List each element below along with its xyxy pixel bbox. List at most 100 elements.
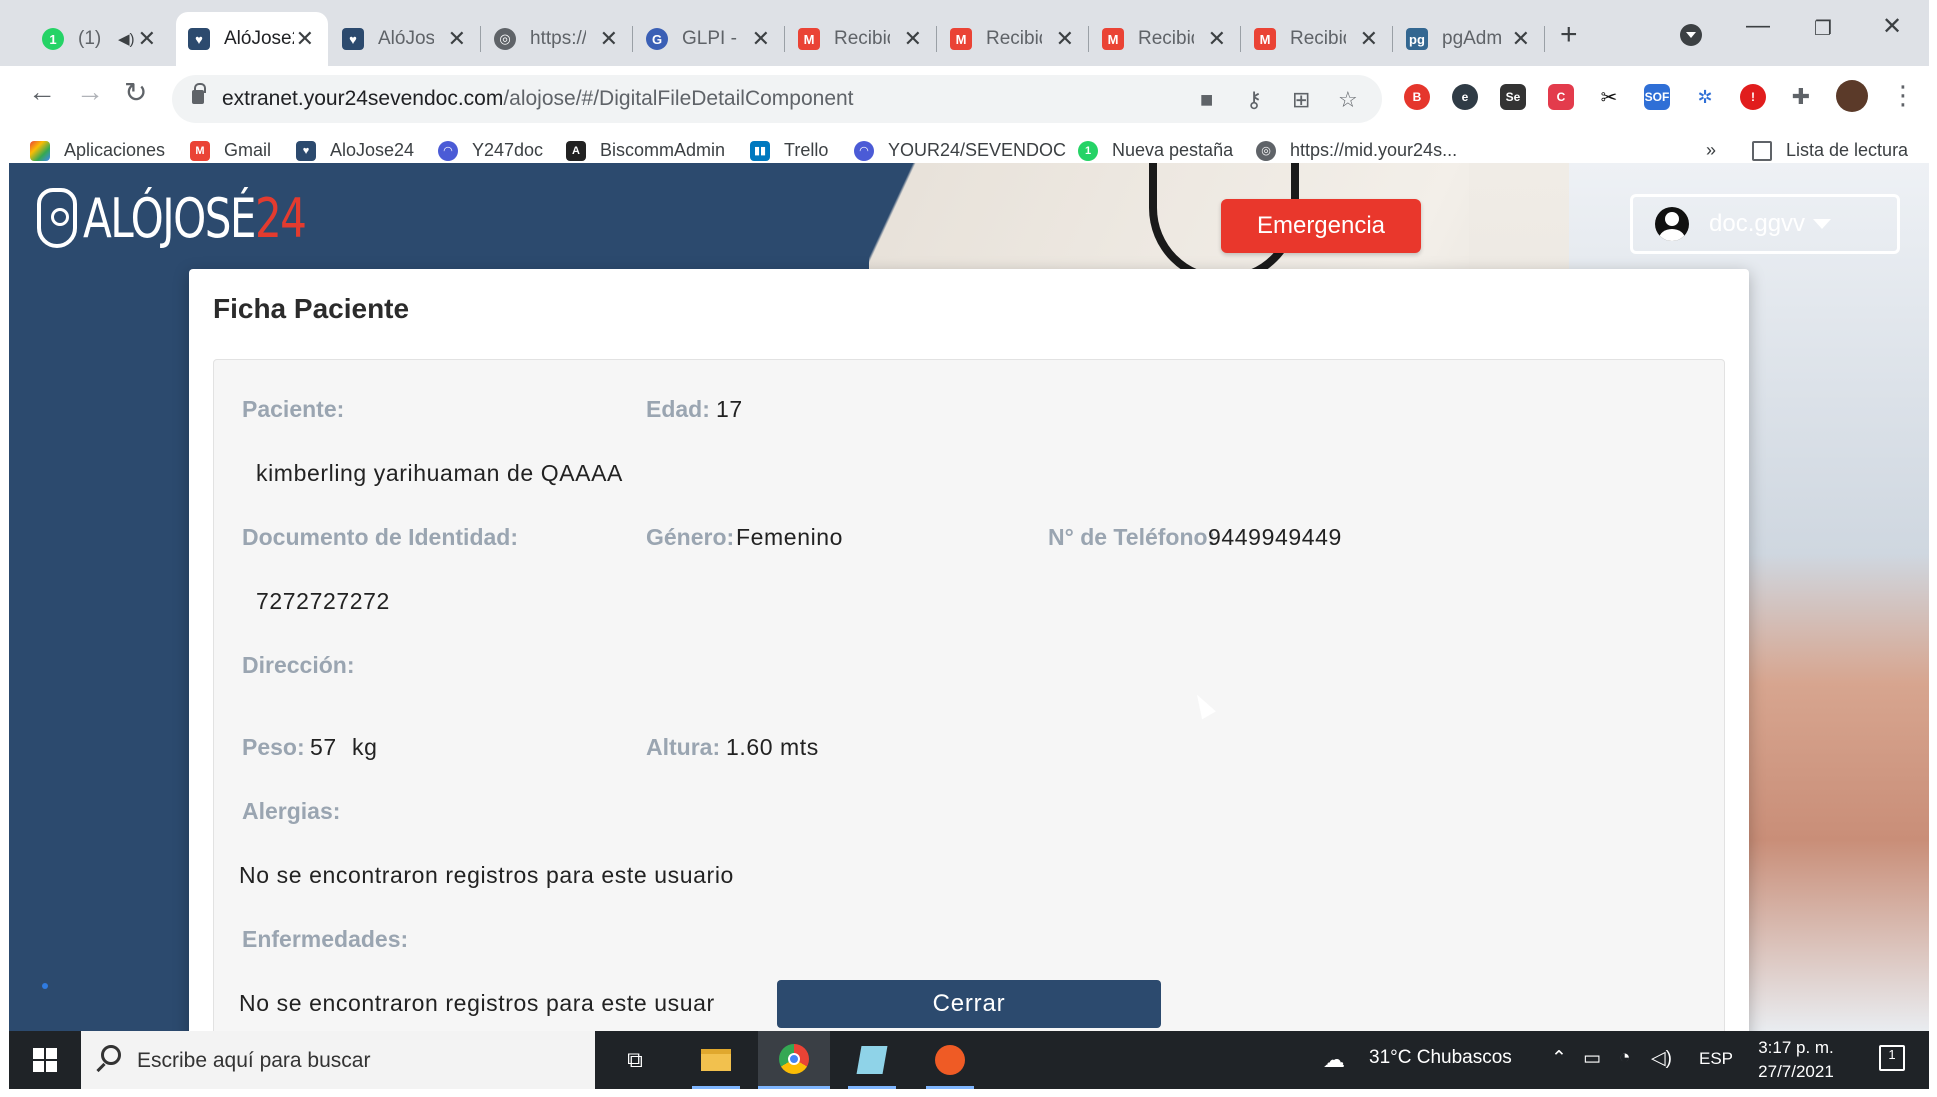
tab-search-icon[interactable] — [1680, 24, 1702, 46]
bookmark-biscommadmin[interactable]: A BiscommAdmin — [566, 140, 725, 161]
camera-blocked-icon[interactable]: ■ — [1200, 87, 1213, 113]
tab-gmail-1[interactable]: M Recibid ✕ — [786, 12, 937, 66]
tab-gmail-4[interactable]: M Recibid ✕ — [1242, 12, 1393, 66]
volume-icon[interactable]: ◁) — [1651, 1047, 1672, 1070]
diseases-value: No se encontraron registros para este us… — [239, 990, 715, 1016]
loading-dot-icon — [42, 983, 48, 989]
extension-icon[interactable]: SOF — [1644, 84, 1670, 110]
close-modal-button[interactable]: Cerrar — [777, 980, 1161, 1028]
task-view-icon[interactable]: ⧉ — [599, 1031, 671, 1089]
tab-whatsapp[interactable]: 1 (1) ◀) ✕ — [30, 12, 170, 66]
reading-list-button[interactable]: Lista de lectura — [1752, 140, 1908, 161]
app-logo[interactable]: ALÓJOSÉ24 — [37, 183, 368, 253]
tab-alojose[interactable]: ♥ AlóJose24 ✕ — [330, 12, 481, 66]
pgadmin-icon: pg — [1406, 28, 1428, 50]
close-tab-icon[interactable]: ✕ — [138, 26, 156, 52]
globe-icon: ◎ — [1256, 140, 1276, 161]
angular-icon: A — [566, 140, 586, 161]
bookmark-star-icon[interactable]: ☆ — [1338, 87, 1358, 113]
extension-icon[interactable]: ✂ — [1596, 84, 1622, 110]
notepad-taskbar-icon[interactable] — [836, 1031, 908, 1089]
extension-icon[interactable]: ✲ — [1692, 84, 1718, 110]
close-tab-icon[interactable]: ✕ — [1512, 26, 1530, 52]
profile-avatar[interactable] — [1836, 80, 1868, 112]
chrome-taskbar-icon[interactable] — [758, 1031, 830, 1089]
gmail-icon: M — [1102, 28, 1124, 50]
age-value: 17 — [716, 396, 743, 422]
close-tab-icon[interactable]: ✕ — [1208, 26, 1226, 52]
close-tab-icon[interactable]: ✕ — [752, 26, 770, 52]
tab-gmail-2[interactable]: M Recibid ✕ — [938, 12, 1089, 66]
reload-icon[interactable]: ↻ — [124, 76, 147, 109]
minimize-icon[interactable]: — — [1746, 12, 1770, 40]
close-tab-icon[interactable]: ✕ — [448, 26, 466, 52]
battery-icon[interactable]: ▭ — [1583, 1047, 1601, 1070]
window-close-icon[interactable]: ✕ — [1882, 12, 1902, 41]
tray-chevron-up-icon[interactable]: ⌃ — [1551, 1047, 1567, 1070]
tab-title: AlóJose24 — [224, 28, 294, 49]
restore-icon[interactable]: ❐ — [1814, 16, 1832, 41]
id-document-value: 7272727272 — [256, 588, 390, 614]
bookmark-trello[interactable]: ▮▮ Trello — [750, 140, 828, 161]
file-explorer-icon[interactable] — [680, 1031, 752, 1089]
tab-title: pgAdmin — [1442, 28, 1502, 49]
browser-toolbar: ← → ↻ extranet.your24sevendoc.com/alojos… — [0, 66, 1937, 132]
bookmark-nueva-pestana[interactable]: 1 Nueva pestaña — [1078, 140, 1233, 161]
notepad-icon — [856, 1046, 888, 1074]
taskbar-clock[interactable]: 3:17 p. m. 27/7/2021 — [1751, 1036, 1841, 1084]
chrome-icon — [779, 1043, 809, 1074]
selenium-icon[interactable]: Se — [1500, 84, 1526, 110]
extension-icon[interactable]: C — [1548, 84, 1574, 110]
speaker-icon[interactable]: ◀) — [118, 30, 135, 48]
browser-menu-icon[interactable]: ⋮ — [1890, 80, 1916, 111]
lock-icon[interactable] — [192, 83, 206, 104]
weather-cloud-icon[interactable]: ☁ — [1323, 1047, 1345, 1073]
address-label: Dirección: — [242, 652, 355, 678]
wifi-icon[interactable]: ◔ — [1619, 1047, 1630, 1069]
url-text[interactable]: extranet.your24sevendoc.com/alojose/#/Di… — [222, 87, 854, 111]
tab-title: AlóJose24 — [378, 28, 434, 49]
extension-icon[interactable]: e — [1452, 84, 1478, 110]
close-tab-icon[interactable]: ✕ — [296, 26, 314, 52]
close-tab-icon[interactable]: ✕ — [904, 26, 922, 52]
forward-icon[interactable]: → — [76, 76, 104, 108]
tab-separator — [1544, 26, 1545, 52]
your24-icon: ◠ — [854, 140, 874, 161]
close-tab-icon[interactable]: ✕ — [1056, 26, 1074, 52]
user-menu-button[interactable]: doc.ggvv — [1630, 194, 1900, 254]
key-icon[interactable]: ⚷ — [1246, 87, 1262, 113]
taskbar-search-box[interactable]: Escribe aquí para buscar — [81, 1031, 595, 1089]
new-tab-button[interactable]: + — [1560, 18, 1578, 52]
bookmarks-overflow[interactable]: » — [1706, 140, 1716, 161]
back-icon[interactable]: ← — [28, 76, 56, 108]
search-icon — [101, 1045, 121, 1065]
translate-icon[interactable]: ⊞ — [1292, 87, 1310, 113]
address-bar[interactable]: extranet.your24sevendoc.com/alojose/#/Di… — [172, 75, 1382, 123]
close-tab-icon[interactable]: ✕ — [1360, 26, 1378, 52]
tab-gmail-3[interactable]: M Recibid ✕ — [1090, 12, 1241, 66]
close-tab-icon[interactable]: ✕ — [600, 26, 618, 52]
tab-strip: 1 (1) ◀) ✕ ♥ AlóJose24 ✕ ♥ AlóJose24 ✕ ◎… — [0, 0, 1937, 66]
weather-text[interactable]: 31°C Chubascos — [1369, 1047, 1512, 1069]
bookmark-apps[interactable]: Aplicaciones — [30, 140, 165, 161]
gmail-icon: M — [950, 28, 972, 50]
tab-glpi[interactable]: G GLPI - ✕ — [634, 12, 785, 66]
age-label: Edad: — [646, 396, 710, 422]
bookmark-alojose24[interactable]: ♥ AloJose24 — [296, 140, 414, 161]
emergency-button[interactable]: Emergencia — [1221, 199, 1421, 253]
bookmark-mid-your24[interactable]: ◎ https://mid.your24s... — [1256, 140, 1457, 161]
tab-separator — [936, 26, 937, 52]
bookmark-your24[interactable]: ◠ YOUR24/SEVENDOC — [854, 140, 1066, 161]
extension-icon[interactable]: ! — [1740, 84, 1766, 110]
notifications-icon[interactable]: 1 — [1879, 1045, 1905, 1071]
bookmark-gmail[interactable]: M Gmail — [190, 140, 271, 161]
tab-pgadmin[interactable]: pg pgAdmin ✕ — [1394, 12, 1545, 66]
extension-icon[interactable]: B — [1404, 84, 1430, 110]
tab-https[interactable]: ◎ https:// ✕ — [482, 12, 633, 66]
tab-alojose-active[interactable]: ♥ AlóJose24 ✕ — [176, 12, 328, 66]
extensions-puzzle-icon[interactable]: ✚ — [1788, 84, 1814, 110]
windows-start-icon[interactable] — [33, 1048, 57, 1072]
bookmark-y247doc[interactable]: ◠ Y247doc — [438, 140, 543, 161]
language-indicator[interactable]: ESP — [1699, 1049, 1733, 1069]
postman-taskbar-icon[interactable] — [914, 1031, 986, 1089]
